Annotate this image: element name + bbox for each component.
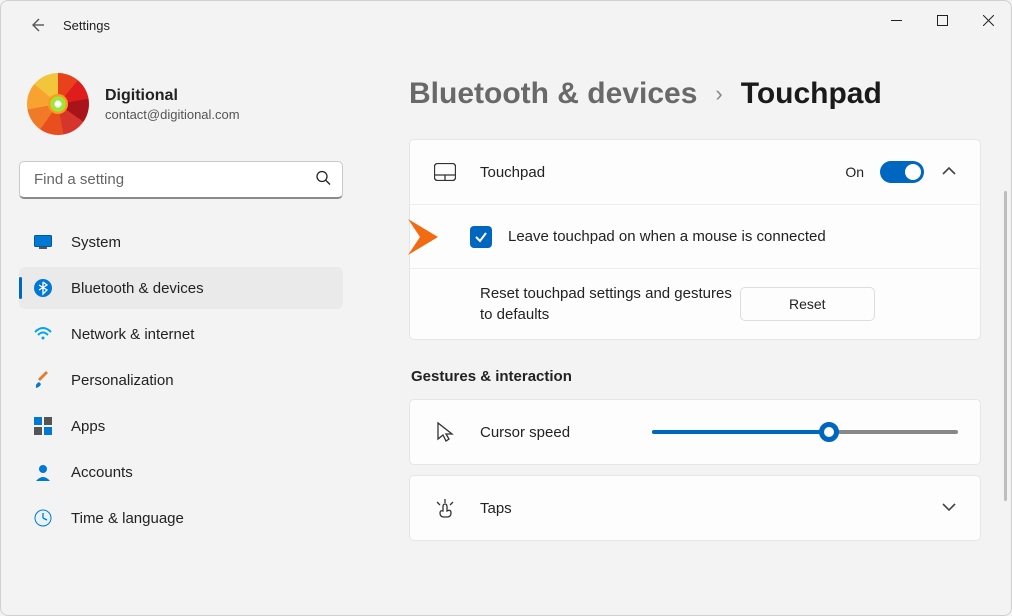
nav-list: System Bluetooth & devices Network & int…: [19, 221, 343, 539]
taps-row[interactable]: Taps: [410, 476, 980, 540]
touchpad-label: Touchpad: [480, 164, 845, 181]
touchpad-card: Touchpad On Leave touchpad on when a mou…: [409, 139, 981, 340]
touchpad-icon: [432, 163, 458, 181]
cursor-speed-card: Cursor speed: [409, 399, 981, 465]
leave-touchpad-row[interactable]: Leave touchpad on when a mouse is connec…: [410, 204, 980, 268]
minimize-button[interactable]: [873, 1, 919, 39]
touchpad-toggle[interactable]: [880, 161, 924, 183]
system-icon: [33, 232, 53, 252]
nav-label: Apps: [71, 418, 105, 435]
nav-label: Time & language: [71, 510, 184, 527]
maximize-button[interactable]: [919, 1, 965, 39]
search-wrap: [19, 161, 343, 199]
breadcrumb: Bluetooth & devices › Touchpad: [409, 77, 981, 111]
nav-label: Bluetooth & devices: [71, 280, 204, 297]
chevron-up-icon[interactable]: [940, 163, 958, 181]
section-gestures-title: Gestures & interaction: [411, 368, 981, 385]
taps-label: Taps: [480, 500, 940, 517]
leave-touchpad-checkbox[interactable]: [470, 226, 492, 248]
search-input[interactable]: [19, 161, 343, 199]
chevron-right-icon: ›: [715, 81, 722, 107]
sidebar-item-time[interactable]: Time & language: [19, 497, 343, 539]
taps-card: Taps: [409, 475, 981, 541]
sidebar-item-apps[interactable]: Apps: [19, 405, 343, 447]
toggle-state-text: On: [845, 164, 864, 180]
profile-block[interactable]: Digitional contact@digitional.com: [19, 69, 343, 155]
clock-icon: [33, 508, 53, 528]
cursor-speed-slider[interactable]: [652, 430, 958, 434]
bluetooth-icon: [33, 278, 53, 298]
reset-description: Reset touchpad settings and gestures to …: [480, 283, 740, 325]
reset-row: Reset touchpad settings and gestures to …: [410, 268, 980, 339]
reset-button[interactable]: Reset: [740, 287, 875, 321]
nav-label: Personalization: [71, 372, 174, 389]
sidebar-item-network[interactable]: Network & internet: [19, 313, 343, 355]
nav-label: Accounts: [71, 464, 133, 481]
leave-touchpad-label: Leave touchpad on when a mouse is connec…: [508, 228, 958, 245]
sidebar-item-accounts[interactable]: Accounts: [19, 451, 343, 493]
person-icon: [33, 462, 53, 482]
tap-icon: [432, 497, 458, 519]
nav-label: System: [71, 234, 121, 251]
close-button[interactable]: [965, 1, 1011, 39]
profile-name: Digitional: [105, 87, 240, 105]
chevron-down-icon[interactable]: [940, 499, 958, 517]
cursor-speed-row: Cursor speed: [410, 400, 980, 464]
page-title: Touchpad: [741, 77, 882, 111]
nav-label: Network & internet: [71, 326, 194, 343]
sidebar-item-bluetooth[interactable]: Bluetooth & devices: [19, 267, 343, 309]
apps-icon: [33, 416, 53, 436]
sidebar-item-system[interactable]: System: [19, 221, 343, 263]
sidebar-item-personalization[interactable]: Personalization: [19, 359, 343, 401]
sidebar: Digitional contact@digitional.com System…: [1, 49, 361, 615]
touchpad-toggle-row[interactable]: Touchpad On: [410, 140, 980, 204]
cursor-speed-label: Cursor speed: [480, 424, 630, 441]
cursor-icon: [432, 421, 458, 443]
brush-icon: [33, 370, 53, 390]
highlight-arrow-icon: [406, 213, 454, 261]
window-title: Settings: [63, 18, 110, 33]
avatar: [27, 73, 89, 135]
back-button[interactable]: [23, 11, 51, 39]
title-bar: Settings: [1, 1, 1011, 49]
wifi-icon: [33, 324, 53, 344]
slider-thumb[interactable]: [819, 422, 839, 442]
breadcrumb-parent[interactable]: Bluetooth & devices: [409, 77, 697, 111]
scrollbar[interactable]: [1004, 191, 1007, 501]
main-content: Bluetooth & devices › Touchpad Touchpad …: [361, 49, 1011, 615]
profile-email: contact@digitional.com: [105, 107, 240, 122]
